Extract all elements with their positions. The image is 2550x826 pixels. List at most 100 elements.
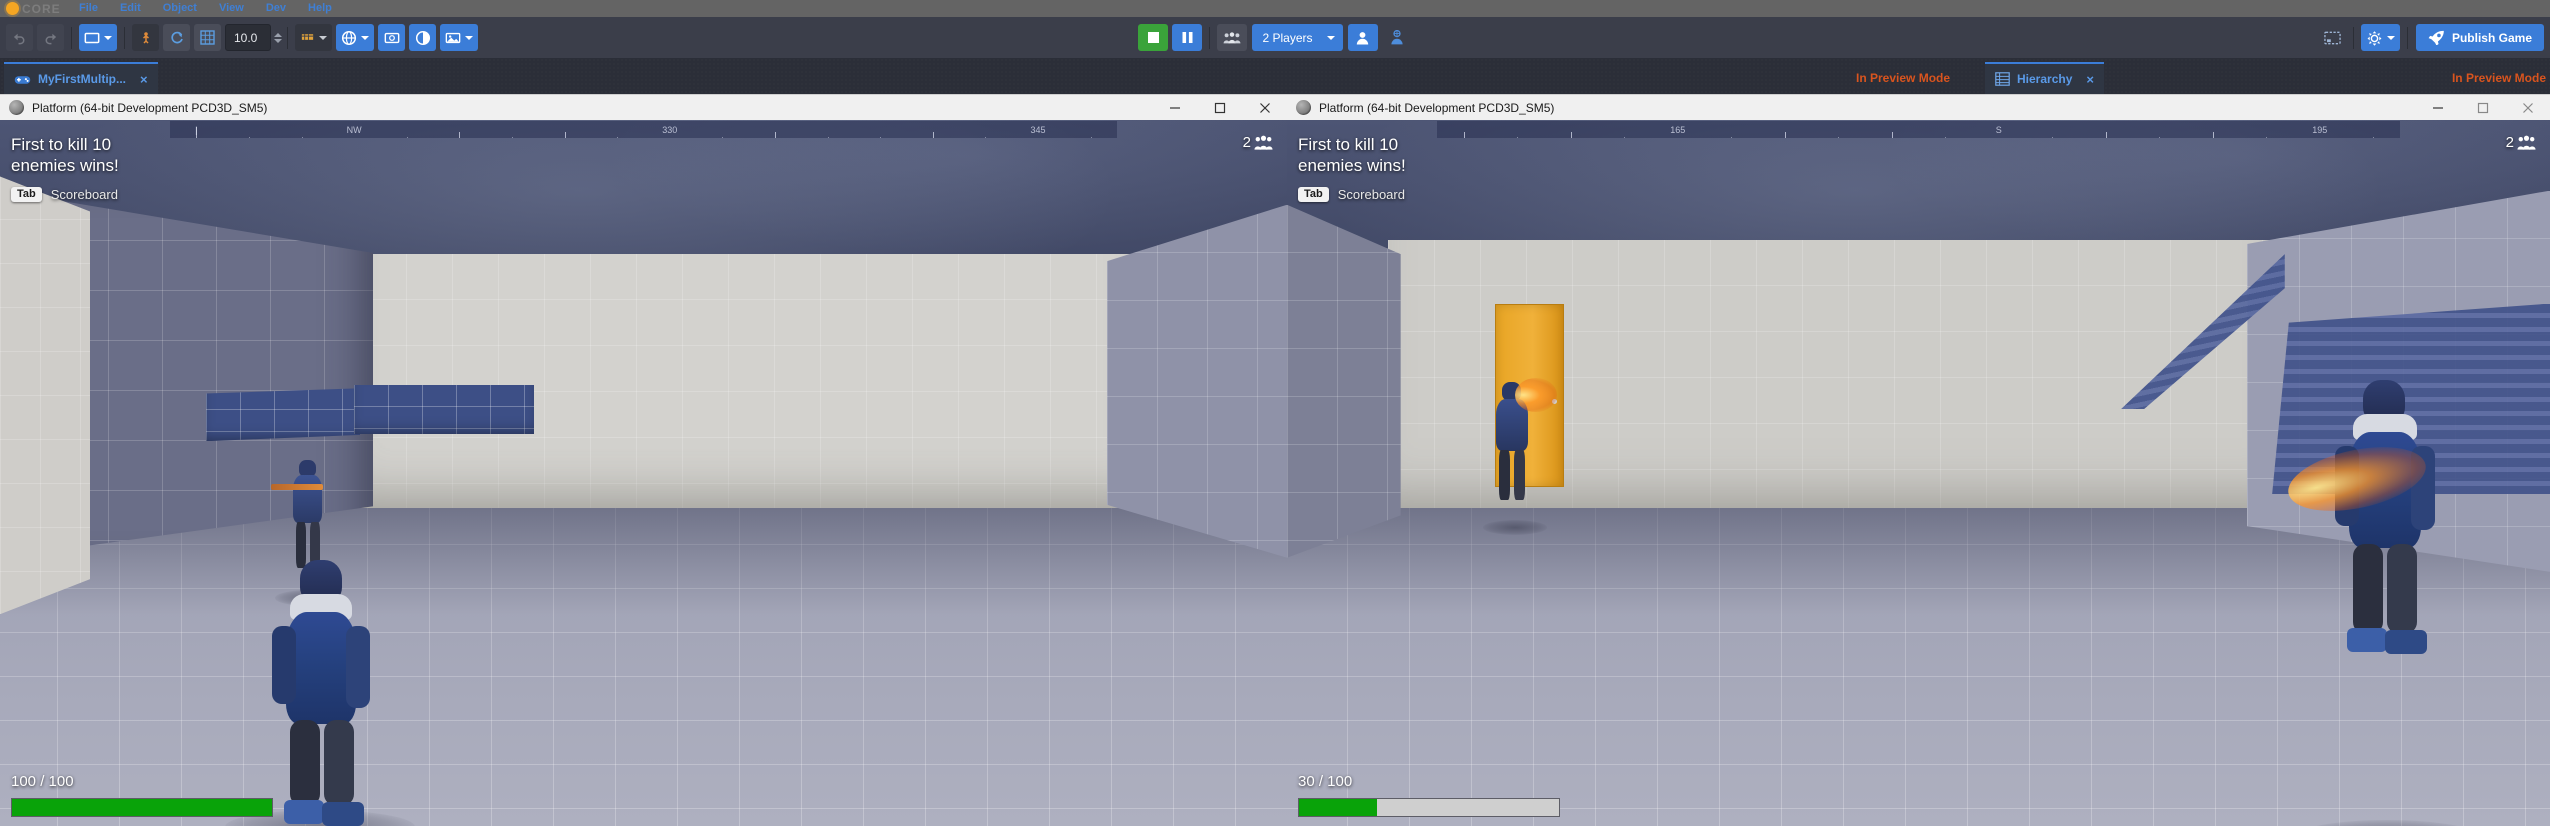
chevron-down-icon — [2386, 35, 2395, 40]
window-controls — [2415, 95, 2550, 121]
menu-dev[interactable]: Dev — [255, 0, 297, 17]
perspective-icon — [84, 32, 100, 43]
hierarchy-icon — [1995, 72, 2010, 86]
grid-size-value[interactable]: 10.0 — [225, 24, 271, 51]
terrain-button[interactable] — [295, 24, 332, 51]
toolbar-left-group: 10.0 — [0, 24, 480, 51]
close-icon[interactable]: × — [2086, 73, 2094, 86]
barrier-right — [353, 384, 535, 435]
game-window-player-2: Platform (64-bit Development PCD3D_SM5) — [1287, 94, 2550, 826]
redo-arrow-icon — [45, 33, 57, 45]
chevron-down-icon — [104, 35, 112, 40]
publish-game-button[interactable]: Publish Game — [2415, 24, 2544, 51]
menu-object[interactable]: Object — [152, 0, 208, 17]
menu-file[interactable]: File — [68, 0, 109, 17]
spinner-up-icon[interactable] — [274, 32, 282, 37]
compass-tick: 165 — [1670, 124, 1686, 135]
game-viewport-player-2[interactable]: 165 S 195 First to kill 10 enemies wins!… — [1287, 120, 2550, 826]
brand-label: CORE — [22, 1, 61, 16]
maximize-icon — [2477, 102, 2488, 114]
core-editor-window: CORE File Edit Object View Dev Help 10.0… — [0, 0, 2550, 826]
main-toolbar: 10.0 2 Players Publish Game — [0, 17, 2550, 58]
media-library-button[interactable] — [440, 24, 478, 51]
redo-button[interactable] — [37, 24, 64, 51]
window-controls — [1152, 95, 1287, 121]
menu-help[interactable]: Help — [297, 0, 343, 17]
menu-view[interactable]: View — [208, 0, 255, 17]
close-button[interactable] — [2505, 95, 2550, 121]
rocket-icon — [2428, 30, 2444, 45]
pause-icon — [1182, 32, 1193, 43]
network-preview-button[interactable] — [1382, 24, 1412, 51]
toolbar-divider-5 — [2352, 26, 2354, 49]
maximize-button[interactable] — [2460, 95, 2505, 121]
barrier-left — [205, 388, 361, 442]
minimize-button[interactable] — [2415, 95, 2460, 121]
sun-icon — [6, 2, 19, 15]
lighting-icon — [415, 30, 430, 45]
move-tool-button[interactable] — [132, 24, 159, 51]
toolbar-divider-2 — [124, 26, 125, 49]
view-mode-button[interactable] — [79, 24, 117, 51]
layout-toggle-button[interactable] — [2319, 24, 2346, 51]
grid-size-stepper[interactable]: 10.0 — [223, 24, 282, 51]
person-icon — [1356, 31, 1369, 44]
stop-preview-button[interactable] — [1138, 24, 1169, 51]
project-settings-button[interactable] — [2360, 24, 2400, 51]
grid-size-spinner[interactable] — [274, 32, 282, 44]
network-person-icon — [1390, 30, 1403, 45]
pause-preview-button[interactable] — [1172, 24, 1203, 51]
window-title-bar[interactable]: Platform (64-bit Development PCD3D_SM5) — [1287, 94, 2550, 120]
close-icon[interactable]: × — [140, 73, 148, 86]
camera-button[interactable] — [378, 24, 405, 51]
grid-snap-button[interactable] — [194, 24, 221, 51]
publish-game-label: Publish Game — [2451, 30, 2532, 45]
back-wall — [360, 254, 1133, 509]
compass-tick: 330 — [662, 124, 678, 135]
menu-bar: CORE File Edit Object View Dev Help — [0, 0, 2550, 17]
multiplayer-preview-button[interactable] — [1217, 24, 1248, 51]
tab-myfirstmultiplayer[interactable]: MyFirstMultip... × — [4, 62, 158, 94]
tab-hierarchy[interactable]: Hierarchy × — [1985, 62, 2104, 94]
chevron-down-icon — [1326, 35, 1335, 40]
muzzle-flash — [1515, 378, 1557, 412]
minimize-button[interactable] — [1152, 95, 1197, 121]
maximize-button[interactable] — [1197, 95, 1242, 121]
image-icon — [445, 32, 461, 43]
compass-tick: NW — [346, 124, 362, 135]
chevron-down-icon — [465, 35, 473, 40]
rotate-tool-button[interactable] — [163, 24, 190, 51]
toolbar-divider-3 — [287, 26, 288, 49]
layout-icon — [2324, 31, 2341, 44]
game-viewport-player-1[interactable]: | NW 330 345 First to kill 10 enemies wi… — [0, 120, 1287, 826]
toolbar-divider-1 — [71, 26, 72, 49]
toolbar-divider-6 — [2406, 26, 2408, 49]
unreal-logo-icon — [1296, 100, 1311, 115]
close-button[interactable] — [1242, 95, 1287, 121]
chevron-down-icon — [319, 35, 327, 40]
physics-button[interactable] — [336, 24, 374, 51]
single-player-preview-button[interactable] — [1347, 24, 1378, 51]
minimize-icon — [1169, 107, 1180, 109]
menu-edit[interactable]: Edit — [109, 0, 152, 17]
toolbar-right-group: Publish Game — [2317, 24, 2544, 51]
compass-ticks: 165 S 195 — [1437, 121, 2400, 138]
compass-tick: S — [1995, 124, 2002, 135]
tab-bar: MyFirstMultip... × In Preview Mode Hiera… — [0, 58, 2550, 94]
terrain-icon — [301, 34, 314, 40]
right-wall — [1106, 204, 1287, 558]
lighting-button[interactable] — [409, 24, 436, 51]
globe-icon — [341, 30, 357, 45]
left-pillar — [0, 176, 91, 615]
player-character — [2317, 380, 2457, 670]
undo-button[interactable] — [6, 24, 33, 51]
gamepad-icon — [14, 75, 31, 84]
chevron-down-icon — [361, 35, 369, 40]
shadow — [1483, 520, 1547, 535]
spinner-down-icon[interactable] — [274, 38, 282, 43]
compass-tick: 195 — [2312, 124, 2328, 135]
compass-strip: | NW 330 345 — [170, 121, 1117, 138]
players-count-value: 2 Players — [1262, 30, 1313, 45]
players-count-dropdown[interactable]: 2 Players — [1252, 24, 1343, 51]
window-title-bar[interactable]: Platform (64-bit Development PCD3D_SM5) — [0, 94, 1287, 120]
